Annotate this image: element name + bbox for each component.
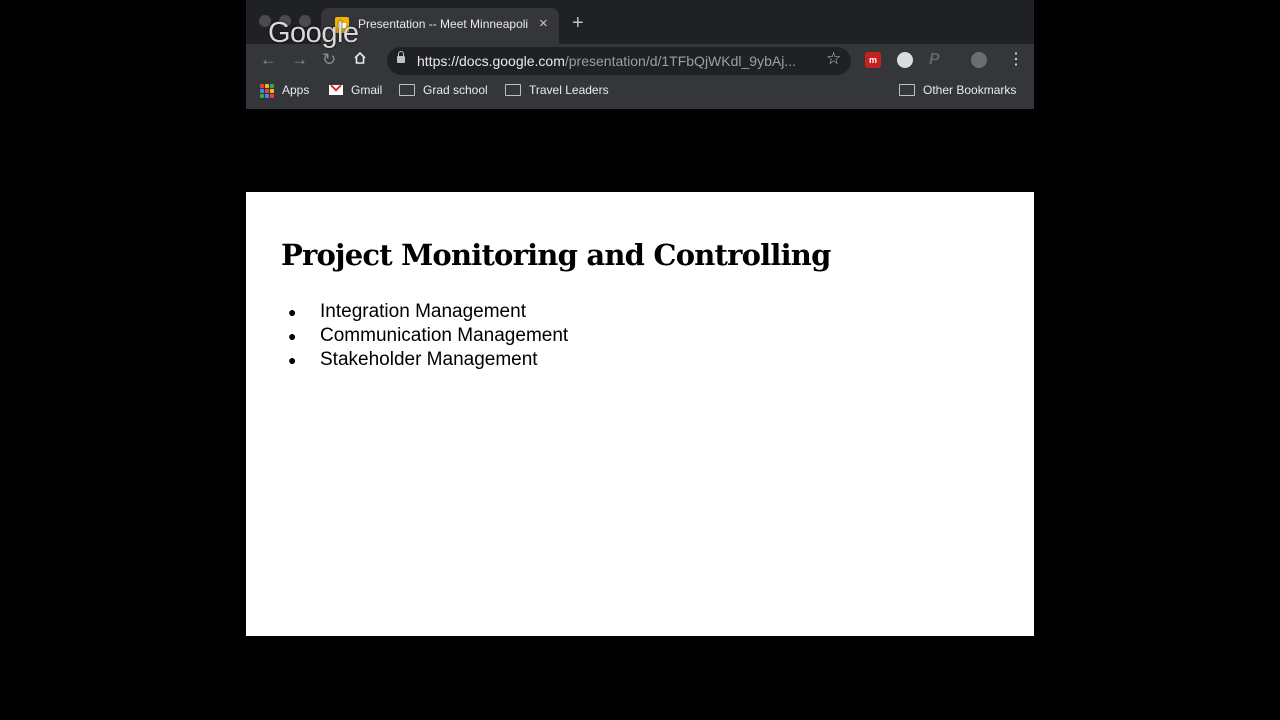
bullet-list: Integration Management Communication Man… — [288, 300, 568, 372]
extension-circle-icon[interactable] — [897, 52, 913, 68]
new-tab-icon[interactable]: + — [572, 13, 584, 33]
google-logo: Google — [268, 17, 359, 49]
list-item: Integration Management — [288, 300, 568, 324]
apps-grid-icon — [260, 83, 274, 98]
folder-icon — [899, 83, 915, 96]
extension-m-icon[interactable]: m — [865, 52, 881, 68]
bookmark-other-bookmarks[interactable]: Other Bookmarks — [899, 83, 1016, 97]
bookmark-star-icon[interactable]: ☆ — [826, 49, 841, 69]
url-text: https://docs.google.com/presentation/d/1… — [417, 53, 796, 69]
extension-p-icon[interactable]: P — [929, 52, 945, 68]
home-icon[interactable] — [353, 49, 367, 71]
menu-dots-icon[interactable]: ⋮ — [1008, 49, 1024, 71]
reload-icon[interactable]: ↻ — [322, 49, 336, 71]
list-item: Communication Management — [288, 324, 568, 348]
back-icon[interactable]: ← — [260, 49, 277, 71]
slide-title: Project Monitoring and Controlling — [281, 238, 831, 272]
tab-close-icon[interactable]: × — [539, 15, 548, 33]
bookmark-apps[interactable]: Apps — [260, 83, 309, 98]
bookmarks-bar: Apps Gmail Grad school Travel Leaders Ot… — [246, 77, 1034, 109]
browser-toolbar: ← → ↻ https://docs.google.com/presentati… — [246, 44, 1034, 77]
gmail-icon — [329, 84, 343, 95]
bookmark-gmail[interactable]: Gmail — [329, 83, 382, 97]
presentation-slide: Project Monitoring and Controlling Integ… — [246, 192, 1034, 636]
folder-icon — [399, 83, 415, 96]
lock-icon — [397, 51, 405, 63]
bookmark-grad-school[interactable]: Grad school — [399, 83, 488, 97]
browser-window: Presentation -- Meet Minneapolis × + ← →… — [246, 0, 1034, 109]
bookmark-travel-leaders[interactable]: Travel Leaders — [505, 83, 609, 97]
list-item: Stakeholder Management — [288, 348, 568, 372]
profile-avatar-icon[interactable] — [971, 52, 987, 68]
address-bar[interactable]: https://docs.google.com/presentation/d/1… — [387, 47, 851, 75]
folder-icon — [505, 83, 521, 96]
tab-strip: Presentation -- Meet Minneapolis × + — [246, 0, 1034, 44]
tab-title: Presentation -- Meet Minneapolis — [358, 17, 528, 31]
forward-icon[interactable]: → — [291, 49, 308, 71]
